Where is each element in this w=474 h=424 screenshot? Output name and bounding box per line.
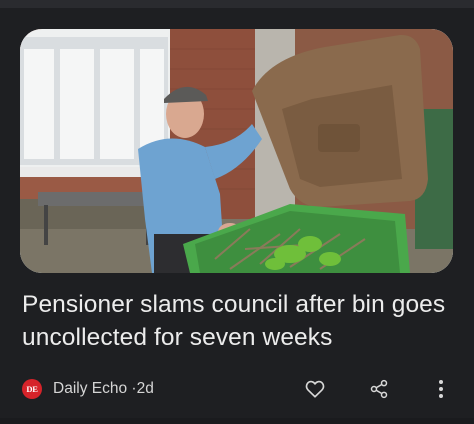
share-icon [370, 379, 388, 399]
bottom-divider [0, 418, 474, 424]
publisher-name: Daily Echo [53, 380, 128, 397]
share-button[interactable] [366, 376, 392, 402]
more-options-button[interactable] [428, 376, 454, 402]
article-headline[interactable]: Pensioner slams council after bin goes u… [22, 288, 454, 354]
article-photo [20, 29, 453, 273]
article-image[interactable] [20, 29, 453, 273]
publisher-meta[interactable]: Daily Echo ·2d [53, 380, 154, 398]
publisher-logo: DE [22, 379, 42, 399]
source-row: DE Daily Echo ·2d [22, 376, 452, 402]
top-divider [0, 0, 474, 8]
like-button[interactable] [302, 376, 328, 402]
vertical-dots-icon [439, 380, 443, 398]
heart-outline-icon [305, 380, 325, 398]
news-card[interactable]: Pensioner slams council after bin goes u… [0, 0, 474, 424]
article-age: 2d [136, 380, 154, 397]
